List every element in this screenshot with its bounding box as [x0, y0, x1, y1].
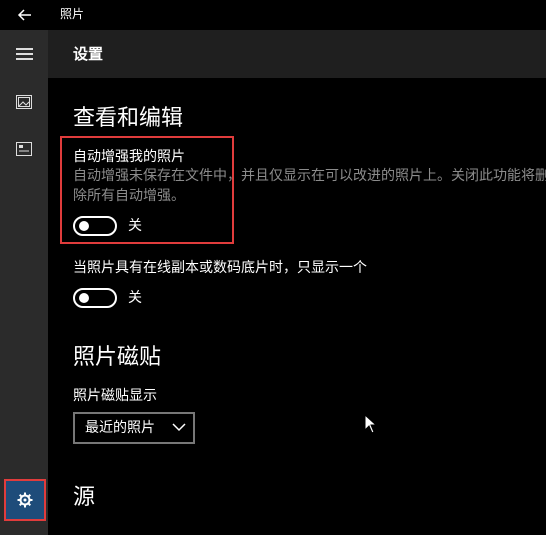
tile-display-value: 最近的照片	[85, 420, 155, 436]
nav-collection-button[interactable]	[0, 82, 48, 122]
back-arrow-icon	[17, 9, 31, 21]
toggle-knob	[79, 293, 89, 303]
album-icon	[16, 142, 32, 156]
hamburger-menu-button[interactable]	[0, 34, 48, 74]
section-title-view-edit: 查看和编辑	[73, 106, 184, 131]
page-header: 设置	[48, 30, 546, 78]
settings-content: 查看和编辑 自动增强我的照片 自动增强未保存在文件中，并且仅显示在可以改进的照片…	[48, 78, 546, 535]
chevron-down-icon	[172, 423, 186, 432]
auto-enhance-label: 自动增强我的照片	[73, 149, 185, 165]
linked-dupes-label: 当照片具有在线副本或数码底片时，只显示一个	[73, 260, 367, 276]
title-bar: 照片	[0, 0, 546, 30]
tile-display-dropdown[interactable]: 最近的照片	[73, 412, 195, 444]
tile-display-label: 照片磁贴显示	[73, 388, 157, 404]
photos-icon	[16, 95, 32, 109]
linked-dupes-toggle[interactable]	[73, 288, 117, 308]
nav-settings-button[interactable]	[4, 479, 46, 521]
auto-enhance-description: 自动增强未保存在文件中，并且仅显示在可以改进的照片上。关闭此功能将删除所有自动增…	[73, 168, 546, 204]
section-title-source: 源	[73, 485, 96, 510]
toggle-knob	[79, 221, 89, 231]
back-button[interactable]	[13, 4, 37, 26]
section-title-tile: 照片磁贴	[73, 345, 162, 370]
hamburger-icon	[15, 45, 33, 63]
nav-albums-button[interactable]	[0, 129, 48, 169]
linked-dupes-state: 关	[128, 290, 142, 306]
auto-enhance-toggle[interactable]	[73, 216, 117, 236]
page-title: 设置	[73, 45, 104, 63]
gear-icon	[17, 492, 33, 508]
nav-pane	[0, 30, 48, 535]
mouse-cursor-icon	[364, 414, 378, 434]
app-title: 照片	[60, 7, 85, 21]
auto-enhance-state: 关	[128, 218, 142, 234]
